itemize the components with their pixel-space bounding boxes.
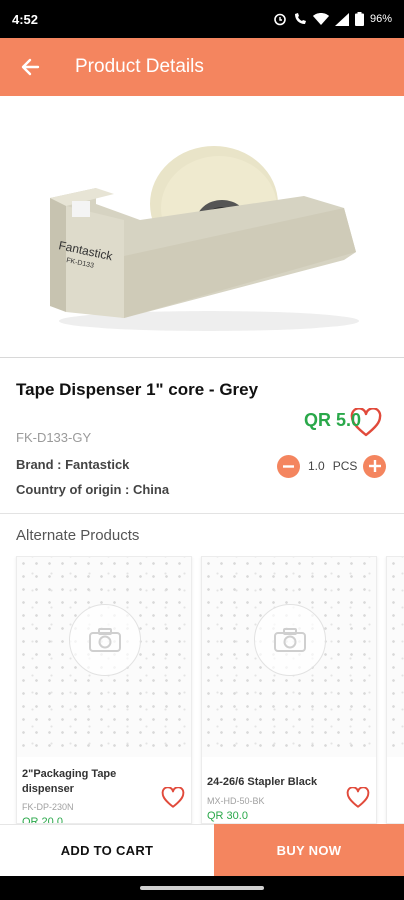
- buy-now-button[interactable]: BUY NOW: [214, 824, 404, 876]
- alternate-product-price: QR 20.0: [22, 816, 63, 824]
- alternate-favorite-button[interactable]: [161, 786, 187, 811]
- wifi-calling-icon: [294, 13, 306, 24]
- camera-icon: [254, 604, 326, 676]
- product-code: FK-D133-GY: [16, 430, 92, 445]
- system-nav-bar: [0, 876, 404, 900]
- signal-icon: [334, 12, 349, 26]
- product-name: Tape Dispenser 1" core - Grey: [16, 380, 259, 399]
- alternate-product-code: FK-DP-230N: [22, 802, 74, 812]
- app-bar: Product Details: [0, 38, 404, 96]
- alternate-product-code: MX-HD-50-BK: [207, 796, 265, 806]
- product-image-area: Fantastick FK-D133: [0, 96, 404, 437]
- increase-quantity-button[interactable]: [363, 454, 387, 478]
- arrow-left-icon: [21, 58, 40, 76]
- heart-icon: [161, 786, 185, 808]
- product-placeholder-image: [387, 557, 404, 757]
- bottom-action-bar: ADD TO CART BUY NOW: [0, 824, 404, 876]
- camera-icon: [69, 604, 141, 676]
- product-price: QR 5.0: [304, 410, 362, 430]
- quantity-unit: PCS: [332, 459, 358, 473]
- decrease-quantity-button[interactable]: [277, 454, 300, 478]
- alternate-product-card-partial[interactable]: [386, 556, 404, 824]
- status-time: 4:52: [12, 11, 39, 27]
- back-button[interactable]: [0, 38, 60, 96]
- quantity-value: 1.0: [308, 459, 325, 473]
- product-details: Tape Dispenser 1" core - Grey FK-D133-GY…: [0, 360, 404, 514]
- quantity-stepper: 1.0 PCS: [277, 454, 387, 478]
- minus-icon: [283, 464, 294, 468]
- wifi-icon: [312, 12, 329, 25]
- alternate-product-card[interactable]: 24-26/6 Stapler Black MX-HD-50-BK QR 30.…: [201, 556, 377, 824]
- alternate-favorite-button[interactable]: [346, 786, 372, 811]
- product-brand: Brand : Fantastick: [16, 457, 130, 472]
- alternate-product-card[interactable]: 2"Packaging Tape dispenser FK-DP-230N QR…: [16, 556, 192, 824]
- alarm-icon: [274, 13, 286, 26]
- product-image: Fantastick FK-D133: [50, 146, 359, 331]
- alternate-product-name: 2"Packaging Tape dispenser: [22, 768, 117, 795]
- battery-percent: 96%: [369, 13, 392, 25]
- alternate-product-name: 24-26/6 Stapler Black: [207, 776, 318, 788]
- status-icons: 96%: [273, 12, 392, 26]
- product-origin: Country of origin : China: [16, 482, 170, 497]
- status-bar: 4:52 96%: [0, 0, 404, 38]
- plus-icon: [368, 460, 381, 472]
- heart-icon: [346, 786, 370, 808]
- page-title: Product Details: [75, 56, 204, 77]
- battery-icon: [354, 12, 364, 26]
- add-to-cart-button[interactable]: ADD TO CART: [0, 824, 214, 876]
- alternate-products-heading: Alternate Products: [16, 527, 140, 544]
- product-placeholder-image: [202, 557, 376, 757]
- home-gesture-handle[interactable]: [140, 886, 264, 890]
- alternate-product-price: QR 30.0: [207, 810, 248, 822]
- product-placeholder-image: [17, 557, 191, 757]
- alternate-products-list[interactable]: 2"Packaging Tape dispenser FK-DP-230N QR…: [0, 556, 404, 824]
